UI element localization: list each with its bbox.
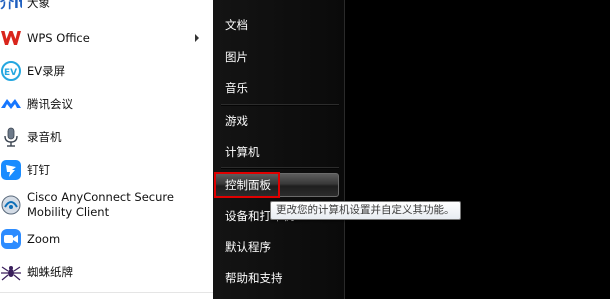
cisco-anyconnect-icon (0, 194, 22, 216)
program-item-ev-recorder[interactable]: EV EV录屏 (0, 59, 213, 83)
place-computer[interactable]: 计算机 (225, 145, 260, 159)
program-label: 钉钉 (27, 163, 50, 177)
annotation-highlight-box (214, 172, 280, 198)
control-panel-tooltip: 更改您的计算机设置并自定义其功能。 (270, 201, 461, 220)
program-item-spider-solitaire[interactable]: 蜘蛛纸牌 (0, 260, 213, 284)
place-pictures[interactable]: 图片 (225, 50, 248, 64)
program-item-zoom[interactable]: Zoom (0, 227, 213, 251)
programs-list: 介lt 大象 WPS Office EV EV录屏 (0, 0, 213, 299)
svg-text:EV: EV (4, 68, 17, 78)
program-label: EV录屏 (27, 64, 66, 78)
program-item-dingtalk[interactable]: 钉钉 (0, 158, 213, 182)
program-label: Cisco AnyConnect Secure Mobility Client (27, 190, 174, 219)
program-label: 腾讯会议 (27, 97, 73, 111)
program-item-wps-office[interactable]: WPS Office (0, 26, 213, 50)
program-label: Zoom (27, 232, 61, 246)
place-games[interactable]: 游戏 (225, 114, 248, 128)
windows-start-menu: 介lt 大象 WPS Office EV EV录屏 (0, 0, 610, 299)
program-label: 录音机 (27, 130, 62, 144)
submenu-arrow-icon (195, 34, 199, 42)
panel-edge (344, 0, 345, 299)
places-separator (221, 104, 339, 106)
program-label: WPS Office (27, 31, 90, 45)
places-separator (221, 167, 339, 169)
dajiang-icon: 介lt (0, 0, 22, 14)
place-default-programs[interactable]: 默认程序 (225, 240, 271, 254)
place-music[interactable]: 音乐 (225, 81, 248, 95)
program-label: 大象 (27, 0, 50, 10)
ev-recorder-icon: EV (0, 60, 22, 82)
program-item-sound-recorder[interactable]: 录音机 (0, 125, 213, 149)
place-documents[interactable]: 文档 (225, 18, 248, 32)
program-item-tencent-meeting[interactable]: 腾讯会议 (0, 92, 213, 116)
program-item-cisco-anyconnect[interactable]: Cisco AnyConnect Secure Mobility Client (0, 188, 213, 222)
program-label: 蜘蛛纸牌 (27, 265, 73, 279)
microphone-icon (0, 126, 22, 148)
svg-text:介lt: 介lt (0, 0, 22, 12)
place-help-support[interactable]: 帮助和支持 (225, 271, 283, 285)
zoom-icon (0, 228, 22, 250)
spider-solitaire-icon (0, 261, 22, 283)
divider (0, 292, 213, 293)
tencent-meeting-icon (0, 93, 22, 115)
wps-icon (0, 27, 22, 49)
program-item-dajiang[interactable]: 介lt 大象 (0, 0, 213, 12)
dingtalk-icon (0, 159, 22, 181)
